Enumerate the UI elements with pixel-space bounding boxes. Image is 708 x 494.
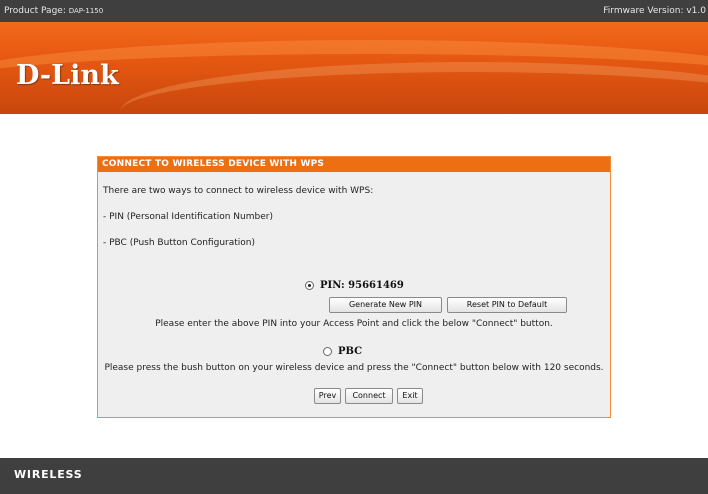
pin-instruction-text: Please enter the above PIN into your Acc… [155,319,553,329]
generate-new-pin-button[interactable]: Generate New PIN [329,297,442,313]
wireless-section-bar: WIRELESS [0,458,708,494]
pbc-option[interactable]: PBC [323,346,362,357]
pin-radio[interactable] [305,281,314,290]
brand-banner: D-Link [0,22,708,114]
product-model: DAP-1150 [68,7,104,15]
prev-button[interactable]: Prev [314,388,341,404]
page: Product Page: DAP-1150 Firmware Version:… [0,0,708,494]
pin-method-description: - PIN (Personal Identification Number) [103,212,273,222]
dlink-logo: D-Link [16,60,119,91]
wps-panel-title: CONNECT TO WIRELESS DEVICE WITH WPS [98,157,610,172]
wireless-label: WIRELESS [14,468,83,481]
reset-pin-to-default-button[interactable]: Reset PIN to Default [447,297,567,313]
pbc-method-description: - PBC (Push Button Configuration) [103,238,255,248]
wps-intro-text: There are two ways to connect to wireles… [103,186,374,196]
exit-button[interactable]: Exit [397,388,423,404]
top-info-bar: Product Page: DAP-1150 Firmware Version:… [0,0,708,22]
pin-option[interactable]: PIN: 95661469 [305,280,404,291]
pin-value-label: PIN: 95661469 [320,280,404,291]
connect-button[interactable]: Connect [345,388,393,404]
firmware-version: Firmware Version: v1.0 [603,6,706,16]
pbc-instruction-text: Please press the bush button on your wir… [104,363,604,373]
product-page-text: Product Page: DAP-1150 [4,0,103,22]
wps-panel: CONNECT TO WIRELESS DEVICE WITH WPS Ther… [97,156,611,418]
product-page-label: Product Page: [4,6,69,16]
pbc-label: PBC [338,346,363,357]
pbc-radio[interactable] [323,347,332,356]
